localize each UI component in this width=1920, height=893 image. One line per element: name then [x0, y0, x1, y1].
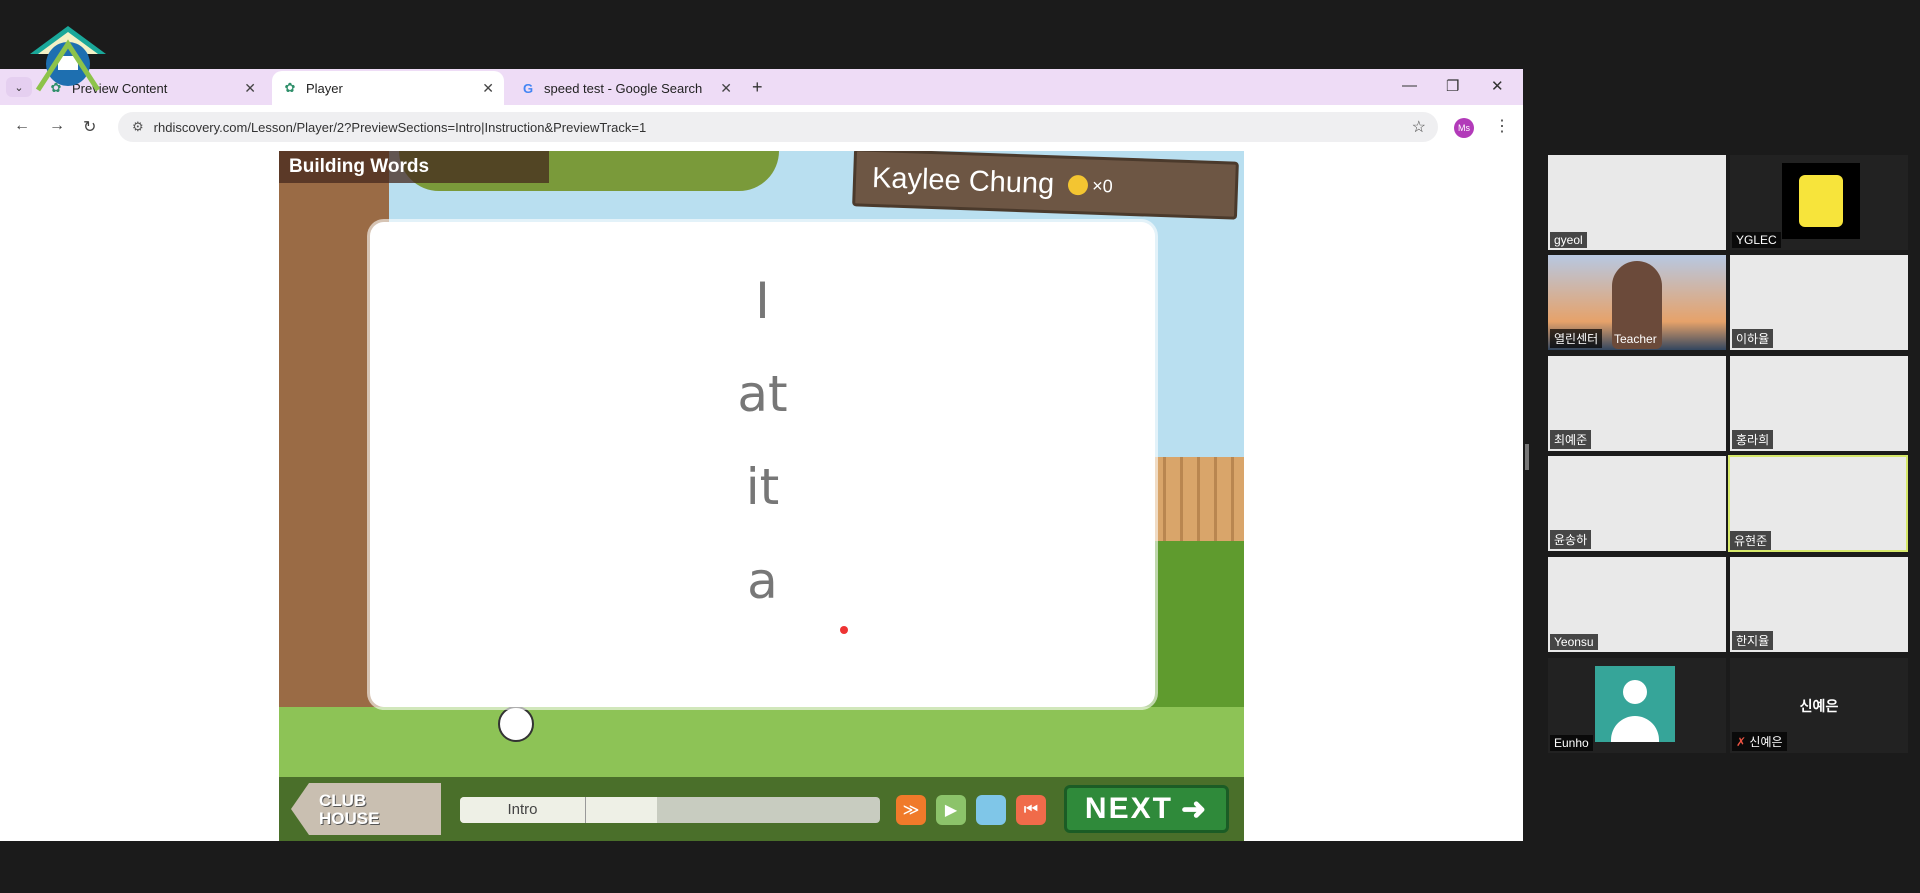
pointer-cursor-icon — [840, 626, 848, 634]
close-icon[interactable]: ✕ — [720, 80, 732, 97]
participant-tile-active-speaker[interactable]: 유현준 — [1728, 455, 1908, 552]
participant-tile[interactable]: Eunho — [1548, 658, 1726, 753]
page-content: Building Words Kaylee Chung ×0 I at it a… — [0, 151, 1523, 841]
participant-role: Teacher — [1614, 332, 1657, 346]
participant-tile-camera-off[interactable]: 신예은 ✗ 신예은 — [1730, 658, 1908, 753]
menu-kebab-icon[interactable]: ⋮ — [1494, 116, 1510, 136]
progress-label: Intro — [460, 797, 586, 823]
address-bar: ← → ↻ ⚙ rhdiscovery.com/Lesson/Player/2?… — [0, 105, 1523, 149]
reload-icon[interactable]: ↻ — [83, 117, 96, 137]
house-label: HOUSE — [319, 809, 380, 828]
player-sign: Kaylee Chung ×0 — [852, 151, 1239, 220]
game-stage: Building Words Kaylee Chung ×0 I at it a… — [279, 151, 1244, 841]
participant-tile[interactable]: 한지율 — [1730, 557, 1908, 652]
chevron-down-icon: ⌄ — [14, 81, 24, 94]
word-item[interactable]: at — [370, 365, 1155, 423]
tab-speed-test[interactable]: G speed test - Google Search ✕ — [510, 71, 742, 105]
next-label: NEXT — [1084, 792, 1173, 825]
participant-tile[interactable]: 윤송하 — [1548, 456, 1726, 551]
close-window-icon[interactable]: ✕ — [1491, 77, 1504, 95]
speed-icon[interactable]: ≫ — [896, 795, 926, 825]
participant-name: 열린센터 — [1550, 329, 1603, 348]
tab-player[interactable]: ✿ Player ✕ — [272, 71, 504, 105]
site-info-icon[interactable]: ⚙ — [132, 119, 144, 135]
participant-tile[interactable]: 이하율 — [1730, 255, 1908, 350]
participant-tile[interactable]: 최예준 — [1548, 356, 1726, 451]
logo-icon — [30, 26, 106, 92]
forward-icon[interactable]: → — [49, 117, 65, 135]
stop-icon[interactable] — [976, 795, 1006, 825]
club-house-button[interactable]: CLUB HOUSE — [291, 783, 441, 835]
spongebob-avatar — [1782, 163, 1860, 239]
bookmark-star-icon[interactable]: ☆ — [1412, 117, 1426, 137]
tab-strip: ⌄ ✿ Preview Content ✕ ✿ Player ✕ G speed… — [0, 69, 1523, 105]
word-item[interactable]: a — [370, 552, 1155, 610]
panel-resize-handle[interactable] — [1525, 444, 1529, 470]
participant-name-row: ✗ 신예은 — [1732, 732, 1787, 751]
participant-name: 신예은 — [1749, 735, 1783, 749]
back-icon[interactable]: ← — [14, 117, 30, 135]
butterfly-icon: ✿ — [284, 80, 296, 95]
mic-muted-icon: ✗ — [1736, 735, 1747, 749]
activity-title: Building Words — [279, 151, 549, 183]
tab-label: speed test - Google Search — [544, 80, 703, 96]
coin-icon — [1067, 174, 1089, 196]
word-card: I at it a — [370, 222, 1155, 707]
participant-tile[interactable]: 홍라희 — [1730, 356, 1908, 451]
participant-name: Eunho — [1550, 735, 1593, 751]
participant-name: 홍라희 — [1732, 430, 1774, 449]
profile-avatar[interactable]: Ms — [1454, 118, 1474, 138]
arrow-right-icon: ➜ — [1180, 792, 1209, 826]
club-label: CLUB — [319, 791, 367, 810]
coin-count: ×0 — [1091, 175, 1114, 196]
participant-tile[interactable]: Yeonsu — [1548, 557, 1726, 652]
soccer-ball-icon — [498, 706, 534, 742]
restore-icon[interactable]: ❐ — [1446, 77, 1459, 95]
restart-icon[interactable]: ⏮ — [1016, 795, 1046, 825]
google-icon: G — [522, 80, 534, 96]
word-item[interactable]: it — [370, 458, 1155, 516]
participant-tile[interactable]: YGLEC — [1730, 155, 1908, 250]
word-item[interactable]: I — [370, 272, 1155, 330]
participant-name: gyeol — [1550, 232, 1587, 248]
next-button[interactable]: NEXT ➜ — [1064, 785, 1229, 833]
play-icon[interactable]: ▶ — [936, 795, 966, 825]
minimize-icon[interactable]: — — [1402, 77, 1417, 94]
tab-label: Player — [306, 80, 343, 96]
participant-name: 최예준 — [1550, 430, 1592, 449]
user-avatar-icon — [1595, 666, 1675, 742]
url-text: rhdiscovery.com/Lesson/Player/2?PreviewS… — [153, 119, 647, 135]
participant-name: 윤송하 — [1550, 530, 1592, 549]
participant-name: 이하율 — [1732, 329, 1774, 348]
participant-name: Yeonsu — [1550, 634, 1598, 650]
close-icon[interactable]: ✕ — [482, 80, 494, 97]
participant-name: 한지율 — [1732, 631, 1774, 650]
close-icon[interactable]: ✕ — [244, 80, 256, 97]
participant-name: YGLEC — [1732, 232, 1781, 248]
player-name: Kaylee Chung — [871, 161, 1055, 200]
player-controls: CLUB HOUSE Intro ≫ ▶ ⏮ NEXT ➜ — [279, 777, 1244, 841]
new-tab-button[interactable]: + — [752, 77, 763, 98]
url-input[interactable]: ⚙ rhdiscovery.com/Lesson/Player/2?Previe… — [118, 112, 1438, 142]
lesson-progress-bar: Intro — [460, 797, 880, 823]
ground — [279, 707, 1244, 777]
browser-window: ⌄ ✿ Preview Content ✕ ✿ Player ✕ G speed… — [0, 69, 1523, 841]
participant-tile-teacher[interactable]: 열린센터 Teacher — [1548, 255, 1726, 350]
participant-display-name: 신예은 — [1799, 697, 1839, 714]
participant-name: 유현준 — [1730, 531, 1772, 550]
participant-tile[interactable]: gyeol — [1548, 155, 1726, 250]
